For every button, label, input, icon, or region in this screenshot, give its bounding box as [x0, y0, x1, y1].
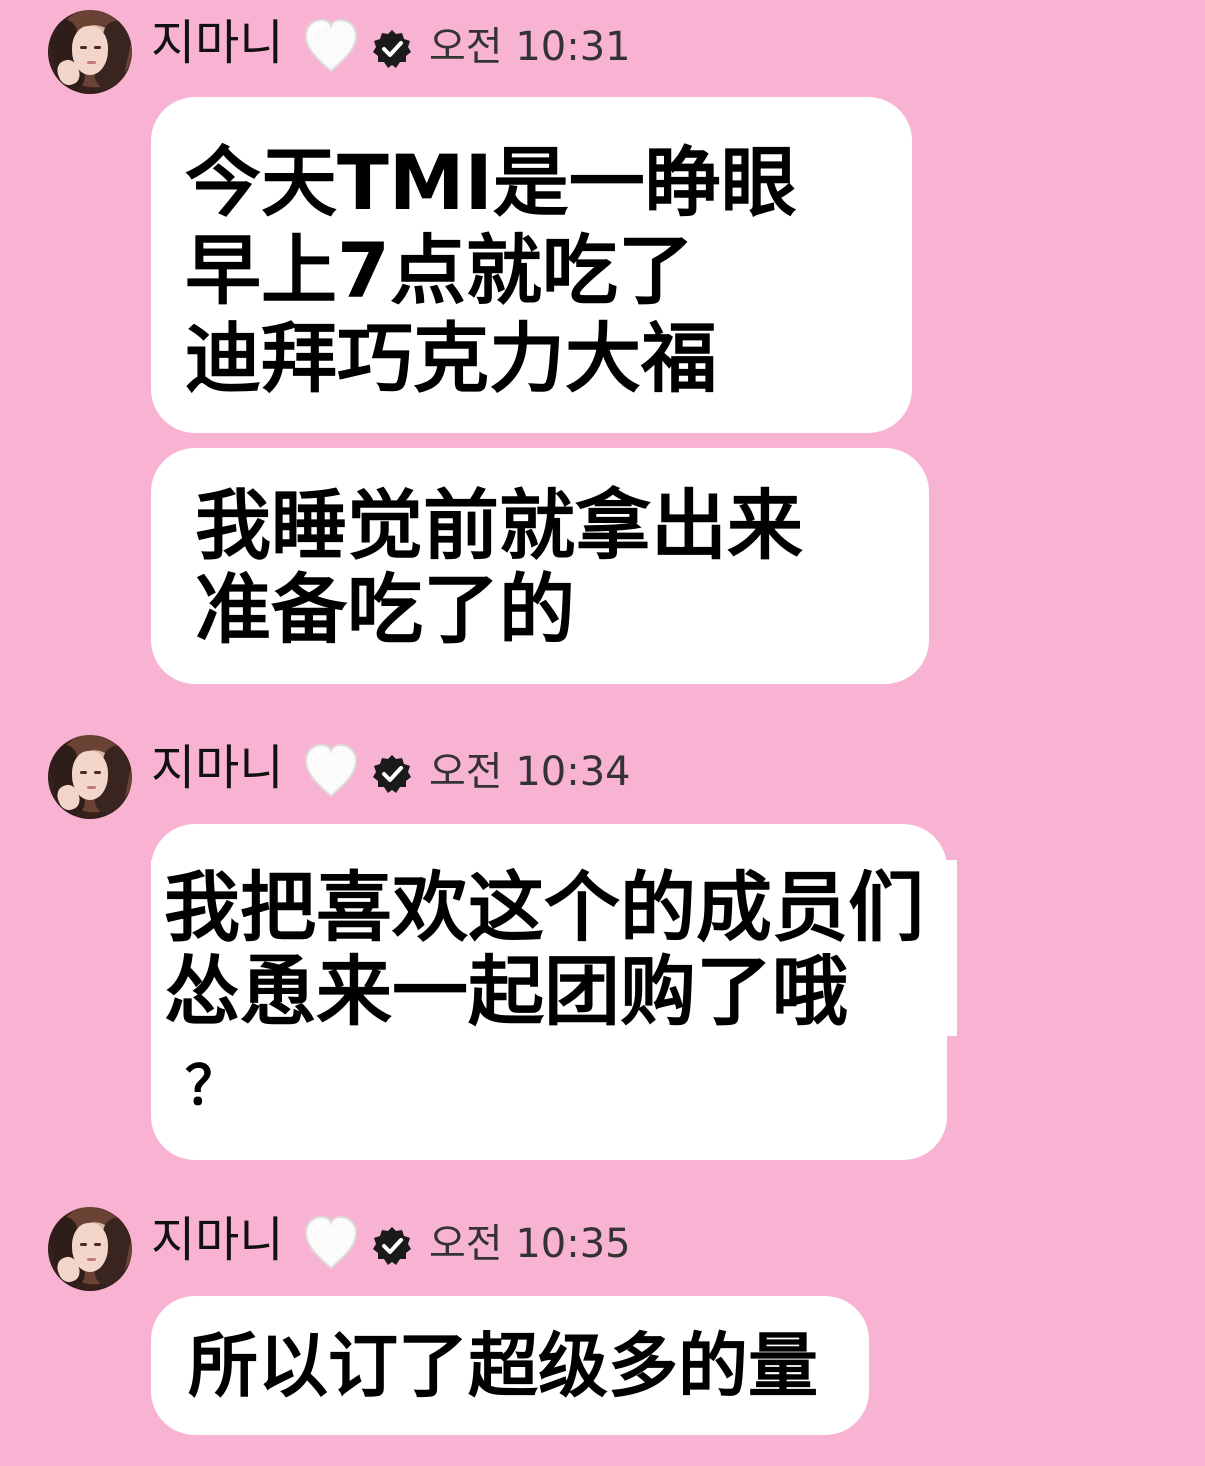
- avatar-eye-left: [80, 46, 87, 49]
- verified-badge-icon: [373, 30, 411, 68]
- avatar-eye-left: [80, 771, 87, 774]
- message-tail-punctuation: ？: [185, 1054, 239, 1117]
- message-text: 我睡觉前就拿出来 准备吃了的: [195, 481, 803, 654]
- avatar[interactable]: [48, 1207, 132, 1291]
- white-heart-icon: [304, 1215, 358, 1270]
- verified-badge-icon: [373, 1227, 411, 1265]
- message-text: 所以订了超级多的量: [188, 1325, 818, 1407]
- white-heart-icon: [304, 743, 358, 798]
- avatar-eye-right: [94, 1243, 101, 1246]
- avatar-lip: [87, 786, 96, 789]
- avatar-eye-right: [94, 771, 101, 774]
- message-header: 지마니 오전 10:31: [48, 10, 808, 94]
- message-time: 오전 10:31: [429, 24, 631, 70]
- chat-screen: 지마니 오전 10:31 今天TMI是一睁眼 早上7点就吃了 迪拜巧克力大福 我…: [0, 0, 1205, 1466]
- avatar-lip: [87, 1258, 96, 1261]
- message-time: 오전 10:34: [429, 749, 631, 795]
- white-heart-icon: [304, 18, 358, 73]
- verified-badge-icon: [373, 755, 411, 793]
- avatar-eye-right: [94, 46, 101, 49]
- message-header: 지마니 오전 10:34: [48, 735, 808, 819]
- message-text: 我把喜欢这个的成员们 怂恿来一起团购了哦: [164, 863, 924, 1036]
- message-bubble[interactable]: 所以订了超级多的量: [151, 1296, 869, 1435]
- message-bubble[interactable]: 我把喜欢这个的成员们 怂恿来一起团购了哦 ？: [151, 824, 957, 1160]
- message-bubble[interactable]: 我睡觉前就拿出来 准备吃了的: [151, 448, 929, 684]
- avatar[interactable]: [48, 735, 132, 819]
- message-text: 今天TMI是一睁眼 早上7点就吃了 迪拜巧克力大福: [185, 138, 797, 403]
- avatar[interactable]: [48, 10, 132, 94]
- sender-name: 지마니: [151, 1212, 284, 1268]
- message-bubble[interactable]: 今天TMI是一睁眼 早上7点就吃了 迪拜巧克力大福: [151, 97, 912, 433]
- avatar-eye-left: [80, 1243, 87, 1246]
- avatar-lip: [87, 61, 96, 64]
- message-time: 오전 10:35: [429, 1221, 631, 1267]
- sender-name: 지마니: [151, 740, 284, 796]
- sender-name: 지마니: [151, 15, 284, 71]
- message-header: 지마니 오전 10:35: [48, 1207, 808, 1291]
